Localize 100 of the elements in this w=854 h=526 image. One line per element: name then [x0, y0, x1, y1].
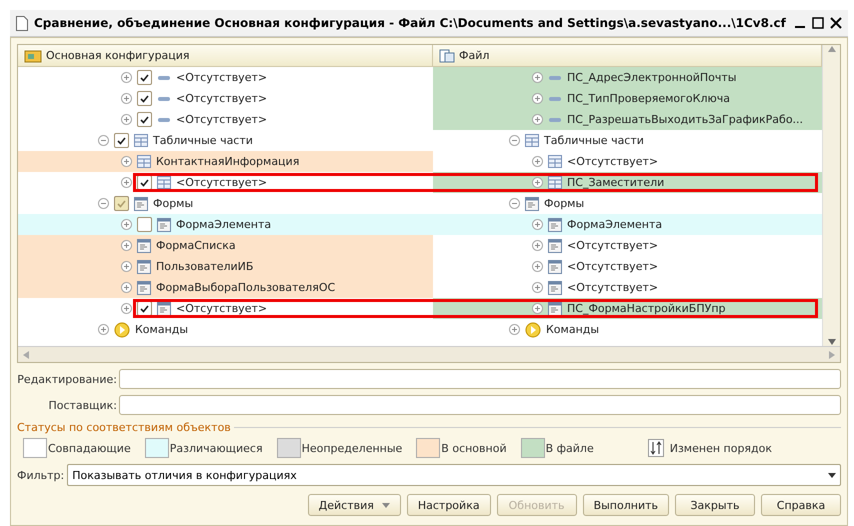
expand-icon[interactable]	[121, 93, 132, 104]
input-field[interactable]	[119, 395, 841, 415]
expand-icon[interactable]	[532, 156, 543, 167]
collapse-icon[interactable]	[98, 135, 109, 146]
expand-icon[interactable]	[532, 219, 543, 230]
configuration-icon	[24, 48, 42, 62]
column-header[interactable]: Основная конфигурация	[18, 45, 433, 67]
expand-icon[interactable]	[121, 282, 132, 293]
tree-row[interactable]: ФормаСписка <Отсутствует>	[18, 235, 822, 256]
tree-row[interactable]: ФормаЭлемента ФормаЭлемента	[18, 214, 822, 235]
attribute-icon	[157, 74, 171, 80]
group-title: Статусы по соответствиям объектов	[17, 421, 231, 434]
tree-cell[interactable]: ПС_РазрешатьВыходитьЗаГрафикРабо...	[433, 109, 822, 130]
tree-row[interactable]: КонтактнаяИнформация <Отсутствует>	[18, 151, 822, 172]
dialog-button[interactable]: Справка	[761, 494, 841, 516]
expand-icon[interactable]	[98, 324, 109, 335]
attribute-icon	[157, 96, 171, 102]
vertical-scrollbar[interactable]	[822, 45, 840, 346]
expand-icon[interactable]	[532, 282, 543, 293]
dialog-button[interactable]: Выполнить	[582, 494, 669, 516]
tree-cell[interactable]: ПС_АдресЭлектроннойПочты	[433, 67, 822, 88]
expand-icon[interactable]	[121, 219, 132, 230]
tree-row[interactable]: <Отсутствует> ПС_Заместители	[18, 172, 822, 193]
checkmark-icon	[117, 136, 126, 144]
tree-row[interactable]: <Отсутствует> ПС_ФормаНастройкиБПУпр	[18, 298, 822, 319]
expand-icon[interactable]	[121, 240, 132, 251]
expand-icon[interactable]	[532, 177, 543, 188]
expand-icon[interactable]	[532, 261, 543, 272]
scroll-right-icon[interactable]	[828, 350, 836, 360]
checkbox[interactable]	[114, 196, 129, 211]
tree-item-label: ПС_АдресЭлектроннойПочты	[567, 71, 736, 84]
form-icon	[548, 302, 562, 316]
checkbox[interactable]	[114, 133, 129, 148]
tree-row[interactable]: <Отсутствует> ПС_АдресЭлектроннойПочты	[18, 67, 822, 88]
legend-label: Изменен порядок	[670, 442, 772, 454]
form-icon	[134, 196, 148, 210]
expand-icon[interactable]	[532, 72, 543, 83]
collapse-icon[interactable]	[509, 198, 520, 209]
tree-row[interactable]: <Отсутствует> ПС_РазрешатьВыходитьЗаГрафикРабо...	[18, 109, 822, 130]
checkmark-icon	[140, 304, 149, 312]
tree-item-label: <Отсутствует>	[176, 71, 268, 84]
checkbox[interactable]	[137, 217, 152, 232]
expand-icon[interactable]	[509, 324, 520, 335]
expand-icon[interactable]	[121, 114, 132, 125]
dialog-button[interactable]: Закрыть	[675, 494, 755, 516]
maximize-icon[interactable]	[812, 17, 824, 29]
tree-item-label: <Отсутствует>	[176, 302, 268, 315]
expand-icon[interactable]	[532, 93, 543, 104]
scroll-left-icon[interactable]	[22, 350, 30, 360]
tree-item-label: Табличные части	[544, 134, 644, 147]
tree-cell[interactable]: ФормаВыбораПользователяОС	[18, 277, 433, 298]
tree-row[interactable]: Команды Команды	[18, 319, 822, 340]
expand-icon[interactable]	[121, 303, 132, 314]
legend-label: В основной	[441, 442, 507, 454]
tree-cell[interactable]: ФормаЭлемента	[18, 214, 433, 235]
checkbox[interactable]	[137, 112, 152, 127]
checkbox[interactable]	[137, 91, 152, 106]
tree-item-label: Команды	[546, 323, 600, 336]
tree-row[interactable]: ФормаВыбораПользователяОС <Отсутствует>	[18, 277, 822, 298]
form-icon	[548, 260, 562, 274]
collapse-icon[interactable]	[509, 135, 520, 146]
collapse-icon[interactable]	[98, 198, 109, 209]
expand-icon[interactable]	[532, 303, 543, 314]
tree-item-label: Команды	[135, 323, 188, 336]
tree-cell[interactable]: ПользователиИБ	[18, 256, 433, 277]
expand-icon[interactable]	[532, 114, 543, 125]
tree-cell[interactable]: ФормаСписка	[18, 235, 433, 256]
filter-dropdown[interactable]: Показывать отличия в конфигурациях	[67, 464, 841, 486]
attribute-icon	[157, 116, 171, 122]
tree-cell[interactable]: ПС_ТипПроверяемогоКлюча	[433, 88, 822, 109]
tree-item-label: ПользователиИБ	[156, 260, 254, 273]
horizontal-scrollbar[interactable]	[18, 346, 840, 362]
tree-row[interactable]: Табличные части Табличные части	[18, 130, 822, 151]
column-header[interactable]: Файл	[433, 45, 822, 67]
expand-icon[interactable]	[532, 240, 543, 251]
form-icon	[157, 218, 171, 232]
filter-label: Фильтр:	[17, 468, 64, 482]
tree-row[interactable]: ПользователиИБ <Отсутствует>	[18, 256, 822, 277]
expand-icon[interactable]	[121, 261, 132, 272]
scroll-up-icon[interactable]	[826, 45, 836, 53]
tree-cell[interactable]: КонтактнаяИнформация	[18, 151, 433, 172]
expand-icon[interactable]	[121, 177, 132, 188]
checkmark-icon	[117, 200, 126, 208]
form-icon	[548, 280, 562, 294]
dialog-button[interactable]: Действия	[308, 494, 401, 516]
tree-row[interactable]: <Отсутствует> ПС_ТипПроверяемогоКлюча	[18, 88, 822, 109]
tree-cell[interactable]: ФормаЭлемента	[433, 214, 822, 235]
expand-icon[interactable]	[121, 156, 132, 167]
expand-icon[interactable]	[121, 72, 132, 83]
tree-item-label: <Отсутствует>	[176, 113, 268, 126]
tree-item-label: ФормаСписка	[156, 239, 236, 252]
input-field[interactable]	[119, 369, 841, 389]
checkbox[interactable]	[137, 70, 152, 85]
close-icon[interactable]	[830, 17, 842, 29]
tree-item-label: Формы	[153, 197, 194, 210]
dialog-button[interactable]: Настройка	[406, 494, 491, 516]
tree-item-label: <Отсутствует>	[176, 176, 268, 189]
tree-row[interactable]: Формы Формы	[18, 193, 822, 214]
tree-item-label: <Отсутствует>	[567, 155, 658, 168]
tree-item-label: КонтактнаяИнформация	[156, 155, 300, 168]
